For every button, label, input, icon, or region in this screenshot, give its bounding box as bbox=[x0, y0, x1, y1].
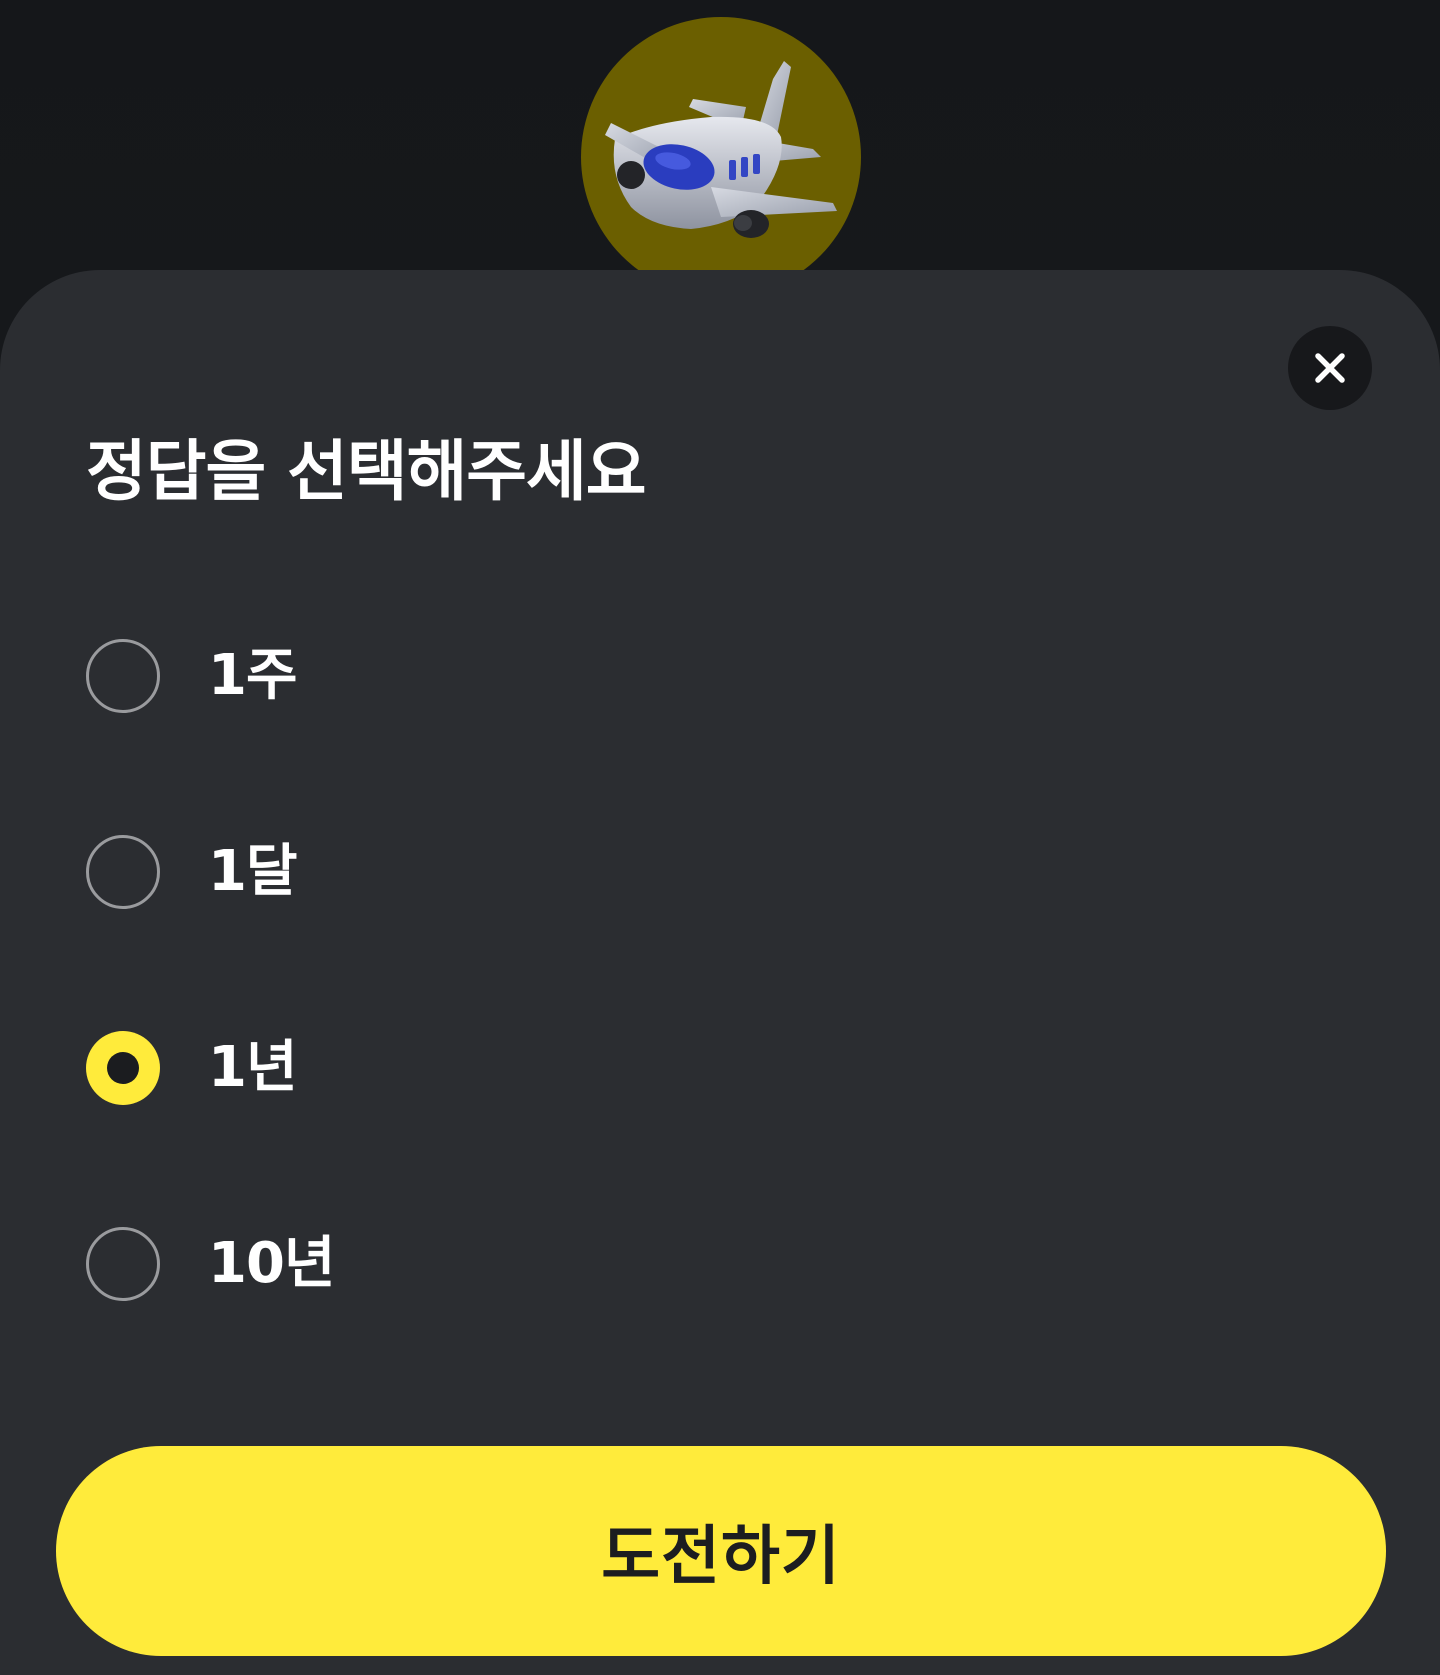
hero-badge bbox=[581, 17, 861, 297]
option-label: 1주 bbox=[208, 643, 297, 708]
radio-button[interactable] bbox=[86, 1227, 160, 1301]
close-button[interactable] bbox=[1288, 326, 1372, 410]
option-label: 1년 bbox=[208, 1035, 297, 1100]
submit-button[interactable]: 도전하기 bbox=[56, 1446, 1386, 1656]
option-1-year[interactable]: 1년 bbox=[86, 1023, 686, 1113]
option-label: 1달 bbox=[208, 839, 297, 904]
close-icon bbox=[1315, 353, 1345, 383]
option-1-month[interactable]: 1달 bbox=[86, 827, 686, 917]
airplane-icon bbox=[605, 61, 837, 238]
option-10-years[interactable]: 10년 bbox=[86, 1219, 686, 1309]
option-1-week[interactable]: 1주 bbox=[86, 631, 686, 721]
submit-button-label: 도전하기 bbox=[601, 1520, 841, 1594]
radio-button[interactable] bbox=[86, 639, 160, 713]
question-title: 정답을 선택해주세요 bbox=[86, 433, 646, 510]
option-label: 10년 bbox=[208, 1231, 335, 1296]
radio-button[interactable] bbox=[86, 835, 160, 909]
radio-button-selected[interactable] bbox=[86, 1031, 160, 1105]
